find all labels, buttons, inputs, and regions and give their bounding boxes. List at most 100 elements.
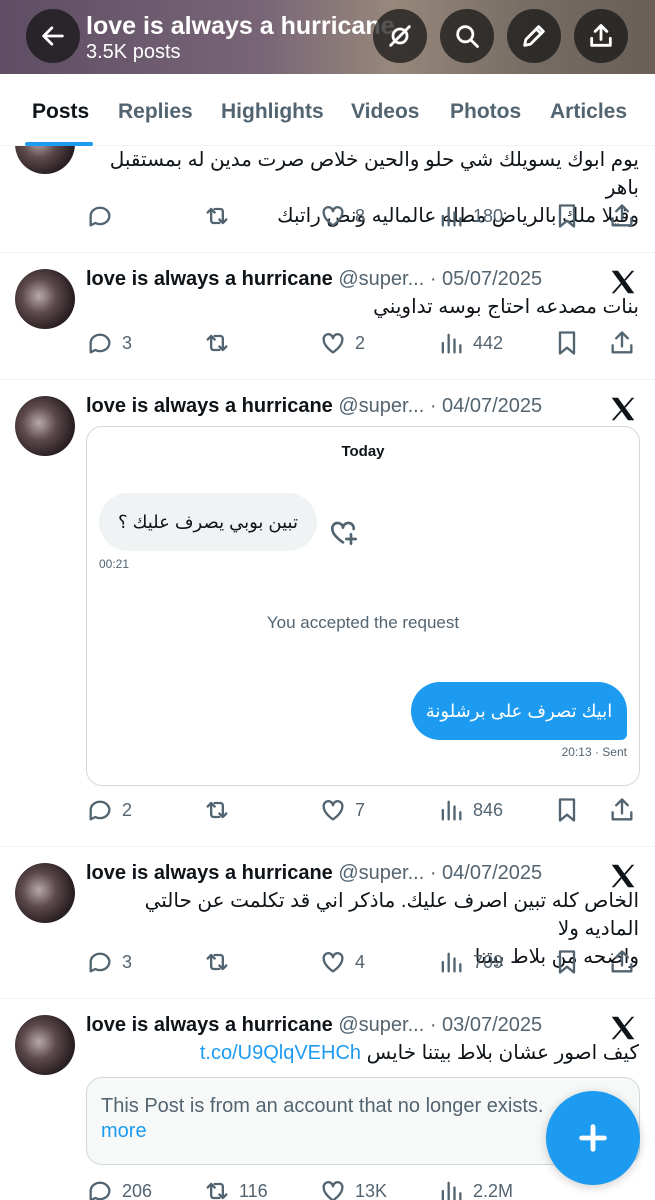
bookmark-icon	[558, 331, 576, 355]
reply-icon	[89, 952, 111, 973]
share-post-button[interactable]	[608, 202, 636, 230]
share-icon	[611, 798, 633, 821]
author-handle[interactable]: @super...	[338, 395, 424, 417]
tab-photos[interactable]: Photos	[450, 100, 521, 124]
post-date[interactable]: · 03/07/2025	[430, 1014, 542, 1036]
repost-button[interactable]: 116	[203, 1177, 268, 1200]
tab-videos[interactable]: Videos	[351, 100, 419, 124]
reply-icon	[89, 333, 111, 354]
avatar[interactable]	[15, 863, 75, 923]
share-post-button[interactable]	[608, 796, 636, 824]
tab-articles[interactable]: Articles	[550, 100, 627, 124]
dm-outgoing-bubble: ابيك تصرف على برشلونة	[411, 682, 627, 740]
views-button[interactable]: 2.2M	[437, 1177, 513, 1200]
avatar[interactable]	[15, 269, 75, 329]
reply-icon	[89, 800, 111, 821]
author-name[interactable]: love is always a hurricane	[86, 268, 333, 290]
back-arrow-icon	[42, 26, 64, 46]
dm-incoming-bubble: تبين بوبي يصرف عليك ؟	[99, 493, 317, 551]
avatar[interactable]	[15, 1015, 75, 1075]
views-icon	[441, 333, 462, 354]
bookmark-button[interactable]	[553, 796, 581, 824]
reply-button[interactable]: 3	[86, 329, 132, 357]
heart-plus-icon	[327, 517, 359, 549]
repost-icon	[206, 334, 228, 352]
dm-system-message: You accepted the request	[266, 613, 460, 632]
reply-button[interactable]	[86, 202, 122, 230]
share-post-button[interactable]	[608, 948, 636, 976]
mute-button[interactable]	[373, 9, 427, 63]
views-button[interactable]: 180	[437, 202, 503, 230]
like-button[interactable]: 13K	[319, 1177, 387, 1200]
post-text: كيف اصور عشان بلاط بيتنا خايس t.co/U9Qlq…	[86, 1039, 639, 1067]
bookmark-icon	[558, 950, 576, 974]
tab-posts[interactable]: Posts	[32, 100, 89, 124]
author-handle[interactable]: @super...	[338, 268, 424, 290]
author-name[interactable]: love is always a hurricane	[86, 395, 333, 417]
profile-name: love is always a hurricane	[86, 12, 395, 40]
post-count: 3.5K posts	[86, 41, 181, 63]
post-date[interactable]: · 05/07/2025	[430, 268, 542, 290]
compose-button[interactable]	[546, 1091, 640, 1185]
post-meta: love is always a hurricane @super... · 0…	[86, 395, 542, 418]
repost-icon	[206, 1182, 228, 1200]
search-button[interactable]	[440, 9, 494, 63]
bookmark-button[interactable]	[553, 202, 581, 230]
dm-outgoing-time: 20:13 · Sent	[561, 745, 627, 759]
repost-button[interactable]	[203, 329, 239, 357]
reply-icon	[89, 206, 111, 227]
post-item[interactable]: love is always a hurricane @super... · 0…	[0, 253, 655, 380]
bookmark-button[interactable]	[553, 948, 581, 976]
like-button[interactable]: 8	[319, 202, 365, 230]
post-actions: 206 116 13K 2.2M	[86, 1177, 640, 1200]
repost-button[interactable]	[203, 948, 239, 976]
share-icon	[590, 24, 612, 47]
reply-button[interactable]: 3	[86, 948, 132, 976]
back-button[interactable]	[26, 9, 80, 63]
post-item[interactable]: يوم ابوك يسويلك شي حلو والحين خلاص صرت م…	[0, 146, 655, 253]
post-date[interactable]: · 04/07/2025	[430, 862, 542, 884]
author-name[interactable]: love is always a hurricane	[86, 862, 333, 884]
share-post-button[interactable]	[608, 329, 636, 357]
like-button[interactable]: 4	[319, 948, 365, 976]
dm-incoming-time: 00:21	[99, 557, 130, 571]
post-actions: 3 2 442	[86, 329, 640, 361]
post-item[interactable]: love is always a hurricane @super... · 0…	[0, 847, 655, 999]
post-meta: love is always a hurricane @super... · 0…	[86, 268, 542, 291]
heart-icon	[322, 1181, 344, 1200]
avatar[interactable]	[15, 396, 75, 456]
post-date[interactable]: · 04/07/2025	[430, 395, 542, 417]
dm-day-label: Today	[341, 443, 385, 460]
views-button[interactable]: 442	[437, 329, 503, 357]
post-actions: 8 180	[86, 202, 640, 234]
repost-button[interactable]	[203, 796, 239, 824]
tab-replies[interactable]: Replies	[118, 100, 193, 124]
reply-button[interactable]: 2	[86, 796, 132, 824]
reply-button[interactable]: 206	[86, 1177, 152, 1200]
views-icon	[441, 952, 462, 973]
dm-screenshot-image[interactable]: Today تبين بوبي يصرف عليك ؟ 00:21 You ac…	[86, 426, 640, 786]
repost-button[interactable]	[203, 202, 239, 230]
author-name[interactable]: love is always a hurricane	[86, 1014, 333, 1036]
views-icon	[441, 800, 462, 821]
post-link[interactable]: t.co/U9QlqVEHCh	[200, 1042, 361, 1064]
bookmark-button[interactable]	[553, 329, 581, 357]
profile-header: love is always a hurricane 3.5K posts	[0, 0, 655, 74]
share-button[interactable]	[574, 9, 628, 63]
author-handle[interactable]: @super...	[338, 1014, 424, 1036]
views-button[interactable]: 709	[437, 948, 503, 976]
plus-icon	[579, 1124, 607, 1152]
like-button[interactable]: 2	[319, 329, 365, 357]
views-icon	[441, 206, 462, 227]
edit-button[interactable]	[507, 9, 561, 63]
author-handle[interactable]: @super...	[338, 862, 424, 884]
share-icon	[611, 331, 633, 354]
heart-icon	[322, 952, 344, 973]
tab-highlights[interactable]: Highlights	[221, 100, 324, 124]
post-text-body: كيف اصور عشان بلاط بيتنا خايس	[366, 1042, 639, 1064]
bookmark-icon	[558, 204, 576, 228]
x-logo-icon	[608, 394, 638, 424]
repost-icon	[206, 953, 228, 971]
views-button[interactable]: 846	[437, 796, 503, 824]
like-button[interactable]: 7	[319, 796, 365, 824]
